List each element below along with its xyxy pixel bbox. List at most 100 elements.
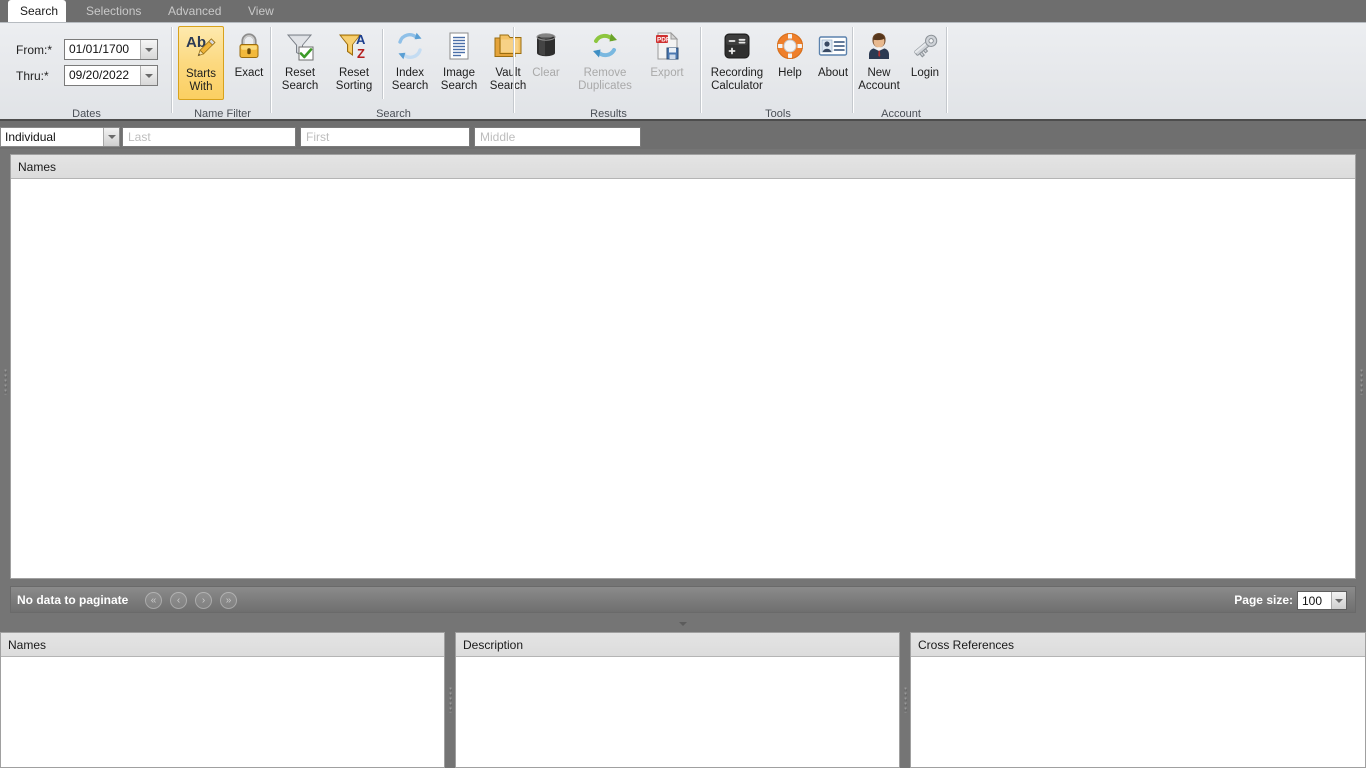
- bottom-panel-cross-references-header: Cross References: [911, 633, 1365, 657]
- chevron-down-icon: [145, 47, 153, 52]
- recording-calculator-button[interactable]: Recording Calculator: [706, 26, 768, 100]
- chevron-down-icon: [1335, 598, 1343, 603]
- thru-date-dropdown-button[interactable]: [140, 66, 157, 85]
- prev-page-icon: ‹: [176, 595, 181, 606]
- funnel-az-icon: A Z: [338, 30, 370, 65]
- ribbon-group-account: New Account Login Account: [854, 23, 948, 122]
- ab-pencil-icon: Ab: [185, 31, 217, 66]
- reset-search-button[interactable]: Reset Search: [275, 26, 325, 100]
- new-account-button[interactable]: New Account: [856, 26, 902, 100]
- from-date-dropdown-button[interactable]: [140, 40, 157, 59]
- thru-date-field[interactable]: 09/20/2022: [64, 65, 158, 86]
- life-ring-icon: [774, 30, 806, 65]
- middle-name-input[interactable]: [474, 127, 641, 147]
- pager-last-button[interactable]: »: [220, 592, 237, 609]
- names-column-header[interactable]: Names: [11, 155, 56, 179]
- entity-type-dropdown-button[interactable]: [103, 128, 119, 146]
- names-grid-header-row: Names: [11, 155, 1355, 179]
- tab-selections[interactable]: Selections: [74, 0, 148, 22]
- new-account-label: New Account: [858, 67, 900, 92]
- ribbon-body: From:* 01/01/1700 Thru:* 09/20/2022 Date…: [0, 22, 1366, 121]
- padlock-icon: [233, 30, 265, 65]
- tab-advanced[interactable]: Advanced: [156, 0, 228, 22]
- pager-next-button[interactable]: ›: [195, 592, 212, 609]
- thru-date-value: 09/20/2022: [69, 68, 130, 82]
- refresh-arrows-icon: [394, 30, 426, 65]
- from-date-value: 01/01/1700: [69, 42, 130, 56]
- grid-pager: No data to paginate « ‹ › » Page size: 1…: [10, 586, 1356, 613]
- index-search-label: Index Search: [391, 67, 429, 92]
- index-search-button[interactable]: Index Search: [386, 26, 434, 100]
- person-suit-icon: [863, 30, 895, 65]
- splitter-grip-icon: [448, 687, 452, 713]
- id-card-icon: [817, 30, 849, 65]
- page-size-label: Page size:: [1234, 593, 1293, 607]
- svg-text:PDF: PDF: [657, 37, 670, 44]
- from-date-field[interactable]: 01/01/1700: [64, 39, 158, 60]
- key-icon: [909, 30, 941, 65]
- pdf-save-icon: PDF: [651, 30, 683, 65]
- entity-type-value: Individual: [5, 130, 56, 144]
- export-label: Export: [650, 67, 684, 79]
- clear-button: Clear: [523, 26, 569, 100]
- grid-right-splitter[interactable]: [1356, 149, 1366, 614]
- tab-search-label: Search: [20, 4, 59, 18]
- pager-prev-button[interactable]: ‹: [170, 592, 187, 609]
- collapse-panel-icon[interactable]: [679, 622, 687, 626]
- names-results-grid[interactable]: Names: [10, 154, 1356, 579]
- svg-text:A: A: [356, 32, 366, 47]
- tab-view[interactable]: View: [236, 0, 284, 22]
- page-size-dropdown-button[interactable]: [1331, 592, 1346, 609]
- clear-label: Clear: [532, 67, 560, 79]
- help-button[interactable]: Help: [770, 26, 810, 100]
- recording-calculator-label: Recording Calculator: [710, 67, 764, 92]
- starts-with-label: Starts With: [185, 68, 217, 93]
- trash-can-icon: [530, 30, 562, 65]
- next-page-icon: ›: [201, 595, 206, 606]
- ribbon: Search Selections Advanced View From:* 0…: [0, 0, 1366, 121]
- reset-sorting-button[interactable]: A Z Reset Sorting: [328, 26, 380, 100]
- entity-type-select[interactable]: Individual: [0, 127, 120, 147]
- ribbon-group-dates: From:* 01/01/1700 Thru:* 09/20/2022 Date…: [0, 23, 173, 122]
- tab-search[interactable]: Search: [8, 0, 66, 22]
- about-label: About: [817, 67, 849, 79]
- chevron-down-icon: [107, 135, 116, 139]
- help-label: Help: [778, 67, 802, 79]
- login-label: Login: [910, 67, 940, 79]
- page-size-select[interactable]: 100: [1297, 591, 1347, 610]
- grid-left-splitter[interactable]: [0, 149, 10, 614]
- remove-duplicates-button: Remove Duplicates: [573, 26, 637, 100]
- pager-status-text: No data to paginate: [17, 593, 129, 607]
- bottom-splitter-right[interactable]: [900, 632, 910, 768]
- first-name-input[interactable]: [300, 127, 470, 147]
- svg-text:Z: Z: [357, 46, 365, 61]
- bottom-panel-description[interactable]: Description: [455, 632, 900, 768]
- login-button[interactable]: Login: [904, 26, 946, 100]
- reset-search-label: Reset Search: [281, 67, 319, 92]
- image-search-button[interactable]: Image Search: [435, 26, 483, 100]
- bottom-splitter-left[interactable]: [445, 632, 455, 768]
- about-button[interactable]: About: [812, 26, 854, 100]
- pager-first-button[interactable]: «: [145, 592, 162, 609]
- chevron-down-icon: [145, 73, 153, 78]
- bottom-panel-cross-references[interactable]: Cross References: [910, 632, 1366, 768]
- starts-with-button[interactable]: Ab Starts With: [178, 26, 224, 100]
- bottom-panel-names[interactable]: Names: [0, 632, 445, 768]
- exact-button[interactable]: Exact: [228, 26, 270, 100]
- ribbon-group-tools: Recording Calculator Help About Tools: [702, 23, 854, 122]
- splitter-grip-icon: [3, 368, 7, 395]
- remove-duplicates-label: Remove Duplicates: [578, 67, 632, 92]
- last-name-input[interactable]: [122, 127, 296, 147]
- ribbon-group-search: Reset Search A Z Reset Sorting Index Sea…: [272, 23, 526, 122]
- last-page-icon: »: [225, 595, 232, 606]
- first-page-icon: «: [150, 595, 157, 606]
- bottom-panel-names-header: Names: [1, 633, 444, 657]
- bottom-panel-description-header: Description: [456, 633, 899, 657]
- tab-advanced-label: Advanced: [168, 4, 222, 18]
- ribbon-group-name-filter: Ab Starts With Exact Name Filter: [173, 23, 272, 122]
- document-lines-icon: [443, 30, 475, 65]
- funnel-check-icon: [284, 30, 316, 65]
- tab-view-label: View: [248, 4, 274, 18]
- horizontal-splitter[interactable]: [0, 614, 1366, 632]
- exact-label: Exact: [234, 67, 264, 79]
